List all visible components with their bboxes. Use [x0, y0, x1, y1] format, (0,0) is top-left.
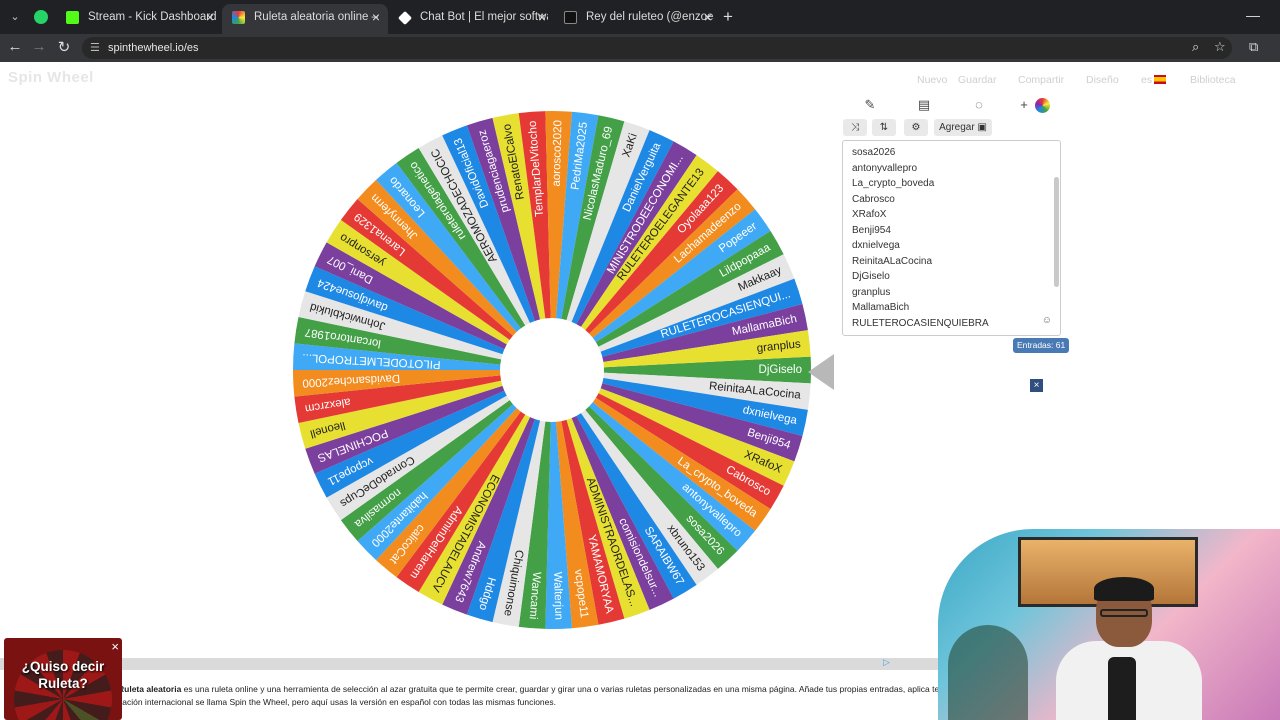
list-item: dxnielvega	[852, 240, 900, 251]
list-item: Cabrosco	[852, 193, 895, 205]
tab-title: Ruleta aleatoria online – ruleta	[254, 11, 382, 23]
entries-scrollbar[interactable]	[1054, 177, 1059, 287]
description-bold: Ruleta aleatoria	[118, 684, 182, 694]
tab-title: Rey del ruleteo (@enzoeasycas	[586, 11, 714, 23]
spinwheel-favicon-icon	[232, 11, 245, 24]
plant	[948, 625, 1028, 720]
tab-rey-del-ruleteo[interactable]: Rey del ruleteo (@enzoeasycas ×	[554, 4, 720, 34]
entries-count-badge: Entradas: 61	[1013, 338, 1070, 353]
wheel-center-hub[interactable]	[500, 318, 604, 422]
promo-text: ¿Quiso decir Ruleta?	[4, 658, 122, 692]
site-description: Ruleta aleatoria es una ruleta online y …	[118, 683, 958, 709]
chatbot-favicon-icon	[397, 10, 413, 26]
close-tab-icon[interactable]: ×	[538, 4, 546, 31]
microphone	[1108, 657, 1136, 720]
close-tab-icon[interactable]: ×	[372, 4, 380, 31]
sort-button[interactable]: ⇅	[872, 119, 896, 136]
back-arrow-icon[interactable]: ←	[5, 38, 25, 55]
browser-tab-bar: ⌄ Stream - Kick Dashboard × Ruleta aleat…	[0, 0, 1280, 34]
entries-textarea[interactable]: sosa2026 antonyvallepro La_crypto_boveda…	[842, 140, 1061, 336]
kick-favicon-icon	[66, 11, 79, 24]
hide-eye-icon[interactable]: ◌	[968, 97, 990, 115]
promo-overlay[interactable]: ¿Quiso decir Ruleta? ×	[4, 638, 122, 720]
emoji-icon[interactable]: ☺	[1042, 315, 1052, 326]
bookmark-star-icon[interactable]: ☆	[1214, 39, 1226, 55]
person-glasses	[1100, 609, 1148, 617]
tab-search-icon[interactable]: ⌄	[6, 8, 24, 26]
close-ad-icon[interactable]: ×	[1030, 379, 1043, 392]
zoom-icon[interactable]: ⌕	[1192, 39, 1199, 55]
extensions-icon[interactable]: ⧉	[1249, 39, 1258, 55]
list-item: sosa2026	[852, 147, 896, 158]
wheel-segment-label: DjGiselo	[759, 364, 802, 376]
site-info-icon[interactable]: ☰	[90, 41, 100, 54]
list-item: Benji954	[852, 224, 891, 236]
tab-chat-bot[interactable]: Chat Bot | El mejor software pa ×	[388, 4, 554, 34]
site-logo[interactable]: Spin Wheel	[8, 69, 94, 86]
list-item: granplus	[852, 286, 891, 298]
new-tab-icon[interactable]: +	[723, 8, 733, 26]
whatsapp-pinned-tab-icon[interactable]	[34, 10, 48, 24]
menu-guardar[interactable]: Guardar	[958, 74, 997, 86]
tab-ruleta-aleatoria[interactable]: Ruleta aleatoria online – ruleta ×	[222, 4, 388, 34]
spain-flag-icon[interactable]	[1154, 75, 1166, 84]
wheel-pointer	[808, 354, 834, 390]
close-tab-icon[interactable]: ×	[206, 4, 214, 31]
shuffle-button[interactable]: ⤨	[843, 119, 867, 136]
description-line-2: cación internacional se llama Spin the W…	[118, 697, 556, 707]
menu-diseno[interactable]: Diseño	[1086, 74, 1119, 86]
promo-line-1: ¿Quiso decir	[21, 659, 105, 674]
list-item: RULETEROCASIENQUIEBRA	[852, 317, 989, 329]
page-content: Spin Wheel Nuevo Guardar Compartir Diseñ…	[0, 62, 1280, 720]
browser-address-bar: ← → ↻ ☰ spinthewheel.io/es ⌕ ☆ ⧉	[0, 34, 1280, 62]
list-item: DjGiselo	[852, 271, 890, 282]
add-button-label: Agregar	[939, 122, 975, 133]
wheel-segment-label: Walterjun	[551, 572, 564, 620]
forward-arrow-icon[interactable]: →	[29, 38, 49, 55]
menu-language[interactable]: es	[1141, 74, 1152, 86]
add-icon[interactable]: +	[1013, 97, 1035, 115]
tab-title: Stream - Kick Dashboard	[88, 11, 216, 23]
list-item: XRafoX	[852, 209, 887, 220]
tab-title: Chat Bot | El mejor software pa	[420, 11, 548, 23]
reload-icon[interactable]: ↻	[54, 38, 74, 56]
list-item: antonyvallepro	[852, 162, 918, 174]
url-text: spinthewheel.io/es	[108, 42, 199, 54]
menu-compartir[interactable]: Compartir	[1018, 74, 1064, 86]
close-promo-icon[interactable]: ×	[111, 639, 119, 654]
adchoices-icon[interactable]: ▷	[883, 657, 890, 668]
tiktok-favicon-icon	[564, 11, 577, 24]
menu-nuevo[interactable]: Nuevo	[917, 74, 947, 86]
promo-line-2: Ruleta?	[38, 676, 88, 691]
description-line-1: es una ruleta online y una herramienta d…	[181, 684, 940, 694]
wheel-segment-label: aorosco2020	[551, 120, 565, 187]
add-image-button[interactable]: Agregar ▣	[934, 119, 992, 136]
color-palette-icon[interactable]	[1035, 98, 1050, 113]
list-icon[interactable]: ▤	[913, 97, 935, 115]
spin-wheel[interactable]: DjGiseloReinitaALaCocinadxnielvegaBenji9…	[280, 102, 824, 646]
menu-biblioteca[interactable]: Biblioteca	[1190, 74, 1236, 86]
list-item: La_crypto_boveda	[852, 178, 935, 189]
close-tab-icon[interactable]: ×	[704, 4, 712, 31]
webcam-overlay	[938, 529, 1280, 720]
settings-gear-icon[interactable]: ⚙	[904, 119, 928, 136]
url-field[interactable]	[82, 37, 1232, 59]
edit-pencil-icon[interactable]: ✎	[859, 97, 881, 115]
tab-kick-dashboard[interactable]: Stream - Kick Dashboard ×	[56, 4, 222, 34]
list-item: ReinitaALaCocina	[852, 255, 933, 267]
minimize-window-icon[interactable]: —	[1246, 7, 1260, 23]
person-hair	[1094, 577, 1154, 601]
list-item: MallamaBich	[852, 302, 910, 313]
